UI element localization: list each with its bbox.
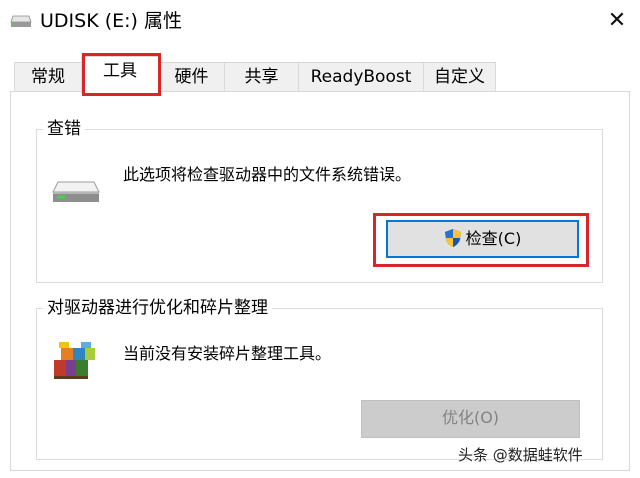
error-check-description: 此选项将检查驱动器中的文件系统错误。 xyxy=(123,165,412,184)
defrag-icon xyxy=(54,342,95,379)
tab-tools[interactable]: 工具 xyxy=(81,56,159,93)
watermark: 头条 @数据蛙软件 xyxy=(458,446,583,464)
title-bar: UDISK (E:) 属性 ✕ xyxy=(0,0,640,44)
tab-sharing[interactable]: 共享 xyxy=(224,62,299,92)
tab-customize[interactable]: 自定义 xyxy=(423,62,496,92)
close-button[interactable]: ✕ xyxy=(598,4,636,38)
tab-readyboost[interactable]: ReadyBoost xyxy=(298,62,424,92)
optimize-button[interactable]: 优化(O) xyxy=(361,400,580,438)
optimize-title: 对驱动器进行优化和碎片整理 xyxy=(43,297,272,319)
tab-bar: 常规 工具 硬件 共享 ReadyBoost 自定义 xyxy=(0,54,640,93)
uac-shield-icon xyxy=(444,228,461,247)
error-check-group xyxy=(36,129,603,283)
drive-icon xyxy=(52,181,100,202)
check-button[interactable]: 检查(C) xyxy=(386,220,579,258)
check-button-label: 检查(C) xyxy=(465,229,522,248)
error-check-title: 查错 xyxy=(43,118,85,140)
drive-icon xyxy=(10,15,32,27)
tab-general[interactable]: 常规 xyxy=(14,62,82,92)
tab-hardware[interactable]: 硬件 xyxy=(158,62,225,92)
window-title: UDISK (E:) 属性 xyxy=(40,10,182,32)
optimize-description: 当前没有安装碎片整理工具。 xyxy=(123,344,332,363)
